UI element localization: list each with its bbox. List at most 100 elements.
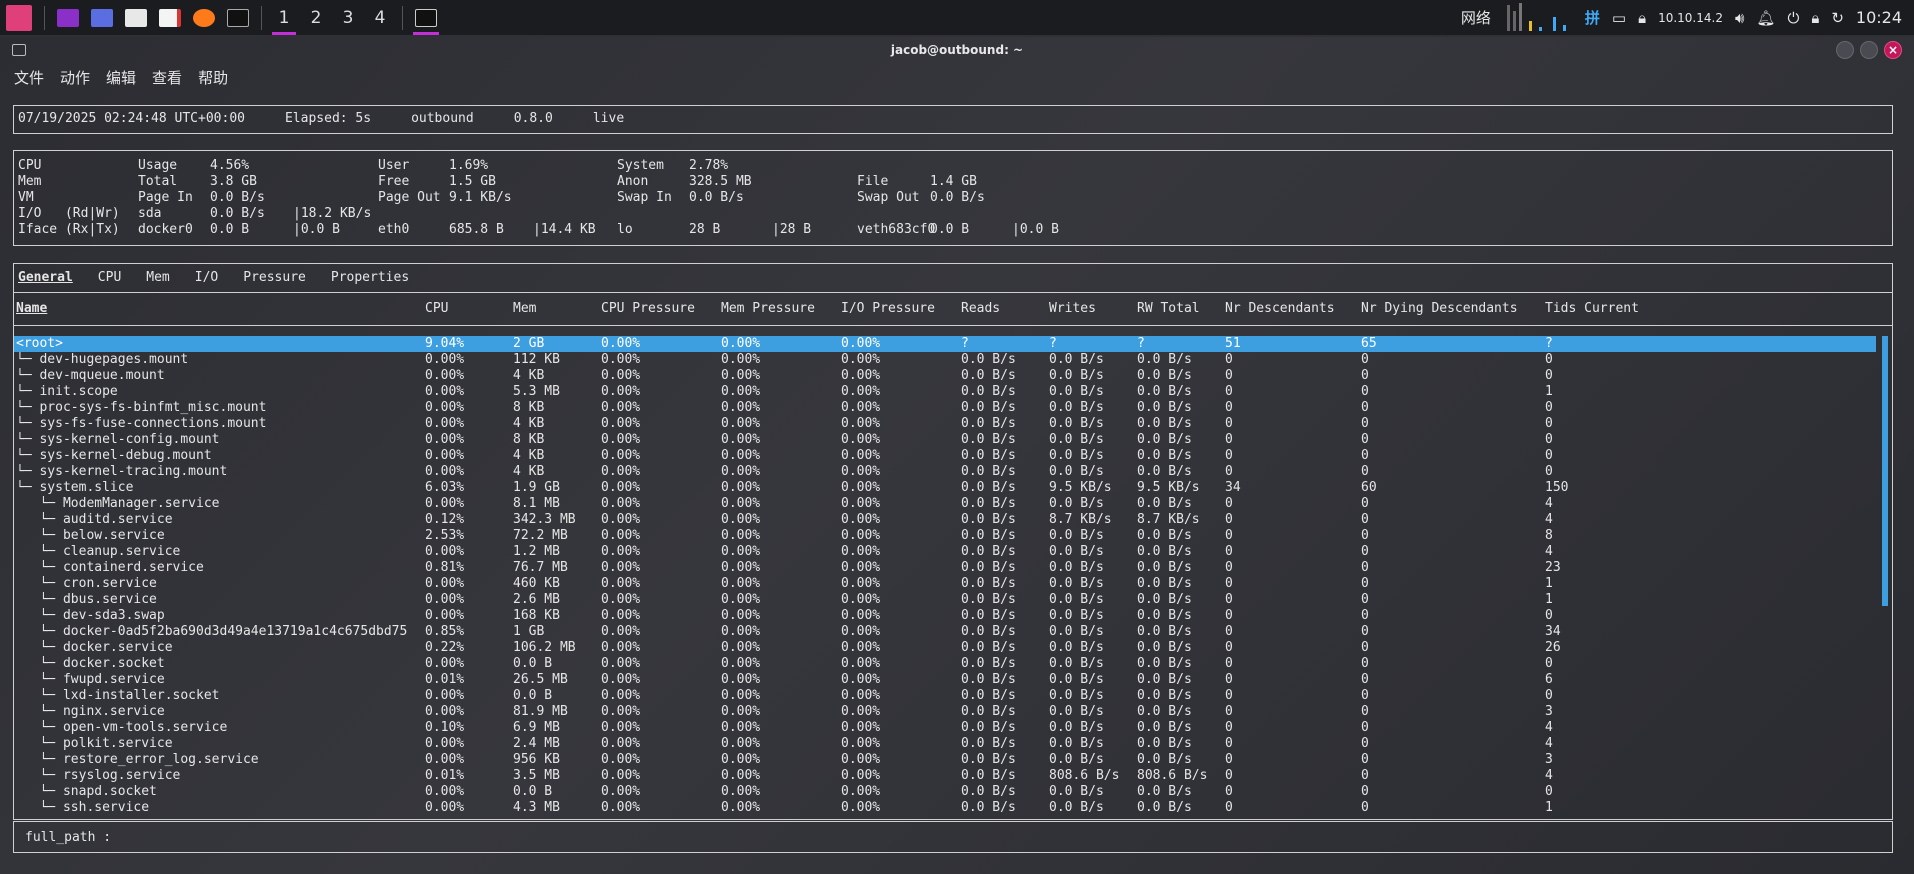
table-row[interactable]: └─ open-vm-tools.service 0.10% 6.9 MB 0.00%…: [14, 720, 1876, 736]
network-label[interactable]: 网络: [1461, 7, 1491, 28]
row-cpu-pressure: 0.00%: [601, 464, 641, 479]
table-row[interactable]: └─ polkit.service 0.00% 2.4 MB 0.00% 0.00% 0.…: [14, 736, 1876, 752]
col-nr-descendants[interactable]: Nr Descendants: [1225, 301, 1335, 316]
table-row[interactable]: └─ init.scope 0.00% 5.3 MB 0.00% 0.00% 0.00% 0…: [14, 384, 1876, 400]
volume-icon[interactable]: 🔊︎: [1735, 9, 1744, 27]
row-nr-descendants: 0: [1225, 448, 1233, 463]
table-row[interactable]: └─ docker.socket 0.00% 0.0 B 0.00% 0.00% 0.00…: [14, 656, 1876, 672]
table-row[interactable]: └─ cron.service 0.00% 460 KB 0.00% 0.00% 0.00…: [14, 576, 1876, 592]
row-nr-dying-descendants: 0: [1361, 672, 1369, 687]
kali-menu-icon[interactable]: [0, 0, 38, 35]
cpu-label: CPU: [18, 158, 42, 173]
row-tids-current: 4: [1545, 512, 1553, 527]
lock-screen-icon[interactable]: 🔒︎: [1811, 9, 1819, 27]
row-mem-pressure: 0.00%: [721, 400, 761, 415]
row-writes: 0.0 B/s: [1049, 640, 1104, 655]
workspace-3[interactable]: 3: [332, 0, 364, 35]
tab-io[interactable]: I/O: [195, 270, 218, 290]
table-row[interactable]: └─ dev-mqueue.mount 0.00% 4 KB 0.00% 0.00% 0.…: [14, 368, 1876, 384]
row-io-pressure: 0.00%: [841, 800, 881, 815]
table-row[interactable]: └─ lxd-installer.socket 0.00% 0.0 B 0.00% 0.…: [14, 688, 1876, 704]
tab-cpu[interactable]: CPU: [98, 270, 121, 290]
menu-edit[interactable]: 编辑: [106, 67, 136, 88]
table-row[interactable]: └─ nginx.service 0.00% 81.9 MB 0.00% 0.00% 0.…: [14, 704, 1876, 720]
col-tids-current[interactable]: Tids Current: [1545, 301, 1639, 316]
tab-mem[interactable]: Mem: [146, 270, 169, 290]
table-row[interactable]: └─ restore_error_log.service 0.00% 956 KB 0…: [14, 752, 1876, 768]
table-row[interactable]: └─ system.slice 6.03% 1.9 GB 0.00% 0.00% 0.00…: [14, 480, 1876, 496]
row-io-pressure: 0.00%: [841, 400, 881, 415]
display-icon[interactable]: ▭: [1612, 9, 1626, 27]
table-row[interactable]: └─ sys-fs-fuse-connections.mount 0.00% 4 K…: [14, 416, 1876, 432]
col-nr-dying-descendants[interactable]: Nr Dying Descendants: [1361, 301, 1518, 316]
col-io-pressure[interactable]: I/O Pressure: [841, 301, 935, 316]
col-cpu-pressure[interactable]: CPU Pressure: [601, 301, 695, 316]
col-rw-total[interactable]: RW Total: [1137, 301, 1200, 316]
workspace-4[interactable]: 4: [364, 0, 396, 35]
col-mem-pressure[interactable]: Mem Pressure: [721, 301, 815, 316]
workspace-1[interactable]: 1: [268, 0, 300, 35]
row-io-pressure: 0.00%: [841, 752, 881, 767]
maximize-button[interactable]: [1860, 41, 1878, 59]
table-row[interactable]: └─ auditd.service 0.12% 342.3 MB 0.00% 0.00%…: [14, 512, 1876, 528]
table-row[interactable]: <root> 9.04% 2 GB 0.00% 0.00% 0.00%??? 51 65?: [14, 336, 1876, 352]
table-row[interactable]: └─ below.service 2.53% 72.2 MB 0.00% 0.00% 0.…: [14, 528, 1876, 544]
table-row[interactable]: └─ dev-hugepages.mount 0.00% 112 KB 0.00% 0.…: [14, 352, 1876, 368]
table-row[interactable]: └─ fwupd.service 0.01% 26.5 MB 0.00% 0.00% 0.…: [14, 672, 1876, 688]
row-name: └─ system.slice: [16, 480, 134, 495]
col-cpu[interactable]: CPU: [425, 301, 448, 316]
close-button[interactable]: ×: [1884, 41, 1902, 59]
table-row[interactable]: └─ cleanup.service 0.00% 1.2 MB 0.00% 0.00% 0…: [14, 544, 1876, 560]
vpn-lock-icon[interactable]: 🔒︎: [1638, 9, 1646, 27]
taskbar-terminal-window[interactable]: [409, 0, 443, 35]
workspace-2[interactable]: 2: [300, 0, 332, 35]
workspace-switcher-icon[interactable]: [85, 0, 119, 35]
row-rw-total: 0.0 B/s: [1137, 656, 1192, 671]
table-row[interactable]: └─ docker.service 0.22% 106.2 MB 0.00% 0.00%…: [14, 640, 1876, 656]
window-titlebar[interactable]: jacob@outbound: ~ ×: [0, 37, 1914, 63]
file-manager-icon[interactable]: [119, 0, 153, 35]
show-desktop-icon[interactable]: [51, 0, 85, 35]
notification-bell-icon[interactable]: 🔔︎: [1756, 9, 1775, 27]
row-nr-descendants: 0: [1225, 752, 1233, 767]
row-nr-descendants: 0: [1225, 560, 1233, 575]
terminal-launcher-icon[interactable]: [221, 0, 255, 35]
table-row[interactable]: └─ sys-kernel-debug.mount 0.00% 4 KB 0.00% 0…: [14, 448, 1876, 464]
row-cpu-pressure: 0.00%: [601, 800, 641, 815]
table-row[interactable]: └─ sys-kernel-tracing.mount 0.00% 4 KB 0.00…: [14, 464, 1876, 480]
table-row[interactable]: └─ rsyslog.service 0.01% 3.5 MB 0.00% 0.00% 0…: [14, 768, 1876, 784]
table-row[interactable]: └─ snapd.socket 0.00% 0.0 B 0.00% 0.00% 0.00%…: [14, 784, 1876, 800]
refresh-icon[interactable]: ↻: [1831, 9, 1844, 27]
row-cpu: 0.01%: [425, 672, 465, 687]
table-row[interactable]: └─ containerd.service 0.81% 76.7 MB 0.00% 0.…: [14, 560, 1876, 576]
table-scrollbar[interactable]: [1882, 336, 1888, 606]
menu-help[interactable]: 帮助: [198, 67, 228, 88]
text-editor-icon[interactable]: [153, 0, 187, 35]
table-row[interactable]: └─ sys-kernel-config.mount 0.00% 8 KB 0.00%…: [14, 432, 1876, 448]
tab-general[interactable]: General: [18, 270, 73, 290]
menu-action[interactable]: 动作: [60, 67, 90, 88]
ime-indicator[interactable]: 拼: [1585, 7, 1600, 28]
row-cpu: 6.03%: [425, 480, 465, 495]
table-row[interactable]: └─ dbus.service 0.00% 2.6 MB 0.00% 0.00% 0.00…: [14, 592, 1876, 608]
row-rw-total: 0.0 B/s: [1137, 448, 1192, 463]
col-reads[interactable]: Reads: [961, 301, 1000, 316]
menu-file[interactable]: 文件: [14, 67, 44, 88]
tab-properties[interactable]: Properties: [331, 270, 409, 290]
menu-view[interactable]: 查看: [152, 67, 182, 88]
table-row[interactable]: └─ ModemManager.service 0.00% 8.1 MB 0.00% 0…: [14, 496, 1876, 512]
firefox-icon[interactable]: [187, 0, 221, 35]
table-row[interactable]: └─ dev-sda3.swap 0.00% 168 KB 0.00% 0.00% 0.0…: [14, 608, 1876, 624]
table-row[interactable]: └─ ssh.service 0.00% 4.3 MB 0.00% 0.00% 0.00%…: [14, 800, 1876, 816]
col-mem[interactable]: Mem: [513, 301, 536, 316]
clock[interactable]: 10:24: [1856, 8, 1902, 27]
power-icon[interactable]: ⏻: [1787, 9, 1799, 27]
table-row[interactable]: └─ proc-sys-fs-binfmt_misc.mount 0.00% 8 K…: [14, 400, 1876, 416]
system-tray: 网络 拼 ▭ 🔒︎ 10.10.14.2 🔊︎ 🔔︎ ⏻ 🔒︎ ↻ 10:24: [1461, 2, 1914, 33]
col-writes[interactable]: Writes: [1049, 301, 1096, 316]
col-name[interactable]: Name: [16, 301, 47, 316]
minimize-button[interactable]: [1836, 41, 1854, 59]
tab-pressure[interactable]: Pressure: [243, 270, 306, 290]
table-row[interactable]: └─ docker-0ad5f2ba690d3d49a4e13719a1c4c6…: [14, 624, 1876, 640]
row-tids-current: 8: [1545, 528, 1553, 543]
